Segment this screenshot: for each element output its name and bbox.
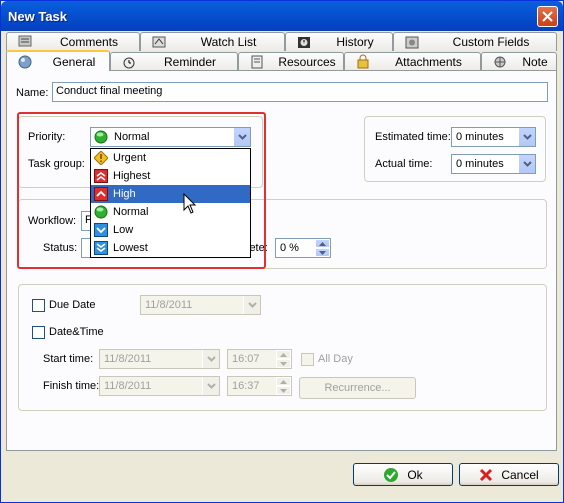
lowest-icon xyxy=(94,241,108,255)
option-label: Lowest xyxy=(113,242,148,254)
note-icon xyxy=(494,56,506,68)
custom-fields-icon xyxy=(405,36,419,49)
ok-label: Ok xyxy=(407,467,423,482)
priority-option-urgent[interactable]: Urgent xyxy=(91,149,250,167)
mouse-cursor-icon xyxy=(183,193,197,214)
finish-date-select[interactable]: 11/8/2011 xyxy=(99,376,220,396)
spin-up-icon[interactable] xyxy=(276,377,291,386)
watch-list-icon xyxy=(152,36,166,48)
start-date-select[interactable]: 11/8/2011 xyxy=(99,349,220,369)
chevron-down-icon xyxy=(247,302,257,308)
window-title: New Task xyxy=(8,9,68,24)
new-task-dialog: New Task Comments Watch List History Cus… xyxy=(0,0,564,503)
tab-note[interactable]: Note xyxy=(481,52,557,71)
all-day-checkbox[interactable] xyxy=(301,353,314,366)
chevron-down-icon xyxy=(522,134,532,140)
general-icon xyxy=(18,55,32,68)
cancel-button[interactable]: Cancel xyxy=(459,463,559,486)
ok-button[interactable]: Ok xyxy=(353,463,453,486)
finish-date-value: 11/8/2011 xyxy=(104,380,152,392)
spin-up-icon[interactable] xyxy=(315,239,330,248)
complete-value: 0 % xyxy=(280,242,299,254)
priority-dropdown-list: Urgent Highest High Normal Low Lowest xyxy=(90,148,251,258)
history-icon xyxy=(298,37,310,48)
tab-general[interactable]: General xyxy=(6,50,110,71)
datetime-checkbox[interactable] xyxy=(32,326,45,339)
priority-option-high[interactable]: High xyxy=(91,185,250,203)
low-icon xyxy=(94,223,108,237)
cancel-label: Cancel xyxy=(501,467,539,482)
option-label: Low xyxy=(113,224,134,236)
chevron-down-icon xyxy=(206,356,216,362)
attachments-icon xyxy=(357,54,369,69)
due-date-select[interactable]: 11/8/2011 xyxy=(140,295,261,315)
datetime-label: Date&Time xyxy=(49,326,104,338)
finish-time-label: Finish time: xyxy=(43,380,100,392)
estimated-time-select[interactable]: 0 minutes xyxy=(451,127,536,147)
urgent-icon xyxy=(94,151,108,165)
tab-watch-list[interactable]: Watch List xyxy=(140,32,285,51)
estimated-time-value: 0 minutes xyxy=(456,131,504,143)
start-time-label: Start time: xyxy=(43,353,94,365)
due-date-value: 11/8/2011 xyxy=(145,299,193,311)
checkmark-icon xyxy=(384,467,399,482)
start-time-value: 16:07 xyxy=(232,353,260,365)
chevron-down-icon xyxy=(206,383,216,389)
priority-option-normal[interactable]: Normal xyxy=(91,203,250,221)
option-label: Urgent xyxy=(113,152,147,164)
actual-time-select[interactable]: 0 minutes xyxy=(451,154,536,174)
due-date-checkbox[interactable] xyxy=(32,299,45,312)
priority-option-low[interactable]: Low xyxy=(91,221,250,239)
close-icon xyxy=(542,11,553,22)
tab-reminder[interactable]: Reminder xyxy=(110,52,238,71)
highest-icon xyxy=(94,169,108,183)
finish-time-value: 16:37 xyxy=(232,380,260,392)
resources-icon xyxy=(251,55,263,69)
recurrence-button[interactable]: Recurrence... xyxy=(299,377,416,399)
close-button[interactable] xyxy=(537,6,558,27)
tab-resources[interactable]: Resources xyxy=(238,52,344,71)
option-label: Highest xyxy=(113,170,151,182)
option-label: High xyxy=(113,188,136,200)
spin-down-icon[interactable] xyxy=(276,359,291,368)
complete-spin-buttons[interactable] xyxy=(315,239,330,259)
actual-time-label: Actual time: xyxy=(375,158,433,170)
priority-option-highest[interactable]: Highest xyxy=(91,167,250,185)
all-day-label: All Day xyxy=(318,353,353,365)
finish-date-dropdown-button[interactable] xyxy=(202,377,219,395)
priority-option-lowest[interactable]: Lowest xyxy=(91,239,250,257)
tab-comments[interactable]: Comments xyxy=(6,32,140,51)
spin-down-icon[interactable] xyxy=(276,386,291,395)
actual-time-value: 0 minutes xyxy=(456,158,504,170)
spin-up-icon[interactable] xyxy=(276,350,291,359)
finish-time-spinner[interactable]: 16:37 xyxy=(227,376,292,396)
finish-time-spin-buttons[interactable] xyxy=(276,377,291,397)
start-date-dropdown-button[interactable] xyxy=(202,350,219,368)
normal-icon xyxy=(94,205,108,219)
tab-custom-fields[interactable]: Custom Fields xyxy=(393,32,557,51)
complete-spinner[interactable]: 0 % xyxy=(275,238,331,258)
title-bar[interactable]: New Task xyxy=(1,1,563,31)
due-date-label: Due Date xyxy=(49,299,96,311)
chevron-down-icon xyxy=(522,161,532,167)
spin-down-icon[interactable] xyxy=(315,248,330,257)
estimated-time-label: Estimated time: xyxy=(375,131,451,143)
actual-time-dropdown-button[interactable] xyxy=(518,155,535,173)
comments-icon xyxy=(18,35,32,47)
high-icon xyxy=(94,187,108,201)
start-time-spinner[interactable]: 16:07 xyxy=(227,349,292,369)
tab-history[interactable]: History xyxy=(285,32,393,51)
start-time-spin-buttons[interactable] xyxy=(276,350,291,370)
reminder-icon xyxy=(123,57,135,69)
start-date-value: 11/8/2011 xyxy=(104,353,152,365)
cancel-x-icon xyxy=(480,468,493,481)
estimated-time-dropdown-button[interactable] xyxy=(518,128,535,146)
option-label: Normal xyxy=(113,206,149,218)
name-label: Name: xyxy=(16,87,49,99)
due-date-dropdown-button[interactable] xyxy=(243,296,260,314)
name-input[interactable]: Conduct final meeting xyxy=(52,82,548,102)
tab-attachments[interactable]: Attachments xyxy=(344,52,481,71)
